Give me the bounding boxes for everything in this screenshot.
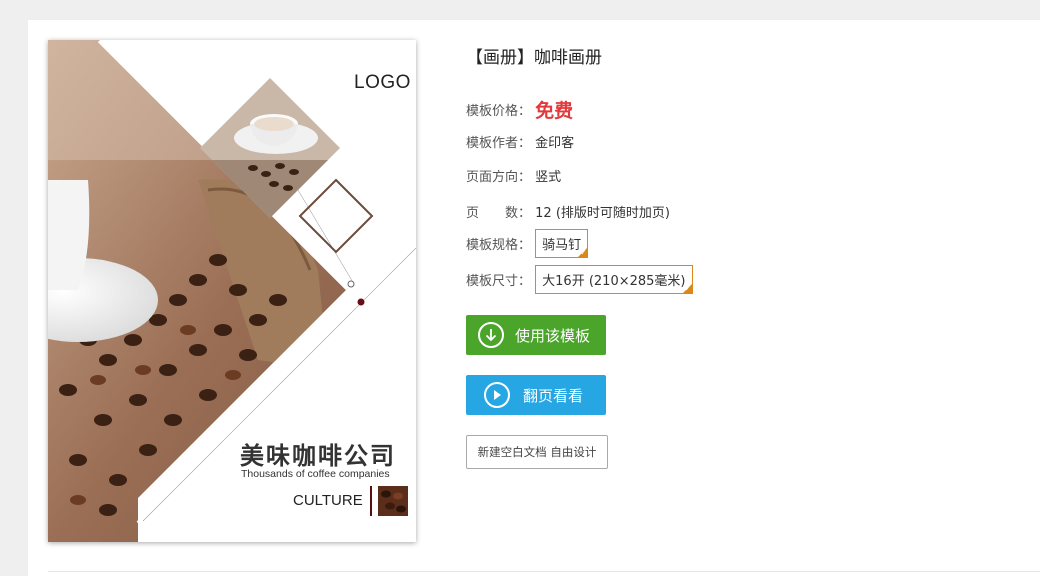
cover-logo: LOGO: [354, 72, 411, 93]
cover-culture-label: CULTURE: [293, 492, 363, 509]
cover-subtitle: Thousands of coffee companies: [241, 468, 390, 480]
pages-value: 12 (排版时可随时加页): [535, 206, 670, 221]
flip-preview-label: 翻页看看: [523, 386, 584, 405]
price-label: 模板价格：: [466, 104, 532, 119]
author-value: 金印客: [535, 136, 575, 151]
orientation-value: 竖式: [535, 170, 562, 185]
spec-label: 模板规格：: [466, 238, 532, 253]
cover-title: 美味咖啡公司: [240, 442, 396, 470]
price-row: 模板价格： 免费: [466, 96, 573, 123]
cover-coffee-thumbnail: [378, 486, 408, 516]
template-title: 【画册】咖啡画册: [466, 48, 602, 68]
spec-option-label: 骑马钉: [542, 238, 582, 253]
new-blank-document-label: 新建空白文档 自由设计: [477, 445, 597, 459]
orientation-row: 页面方向： 竖式: [466, 166, 561, 185]
play-icon: [484, 382, 510, 408]
size-label: 模板尺寸：: [466, 274, 532, 289]
size-option-selected[interactable]: 大16开 (210×285毫米): [535, 265, 693, 294]
use-template-label: 使用该模板: [515, 326, 591, 345]
check-corner-icon: [681, 283, 693, 294]
author-row: 模板作者： 金印客: [466, 132, 574, 151]
spec-row: 模板规格： 骑马钉: [466, 229, 589, 258]
download-arrow-icon: [478, 322, 504, 348]
price-value: 免费: [535, 100, 574, 122]
pages-label: 页 数：: [466, 206, 532, 221]
bottom-divider: [48, 571, 1040, 572]
author-label: 模板作者：: [466, 136, 532, 151]
template-cover-preview[interactable]: LOGO 美味咖啡公司 Thousands of coffee companie…: [48, 40, 416, 542]
orientation-label: 页面方向：: [466, 170, 532, 185]
spec-option-selected[interactable]: 骑马钉: [535, 229, 589, 258]
new-blank-document-button[interactable]: 新建空白文档 自由设计: [466, 435, 608, 469]
cover-accent-bar: [370, 486, 372, 516]
check-corner-icon: [577, 247, 589, 258]
use-template-button[interactable]: 使用该模板: [466, 315, 606, 355]
pages-row: 页 数： 12 (排版时可随时加页): [466, 202, 670, 221]
size-option-label: 大16开 (210×285毫米): [542, 274, 686, 289]
flip-preview-button[interactable]: 翻页看看: [466, 375, 606, 415]
size-row: 模板尺寸： 大16开 (210×285毫米): [466, 265, 693, 294]
